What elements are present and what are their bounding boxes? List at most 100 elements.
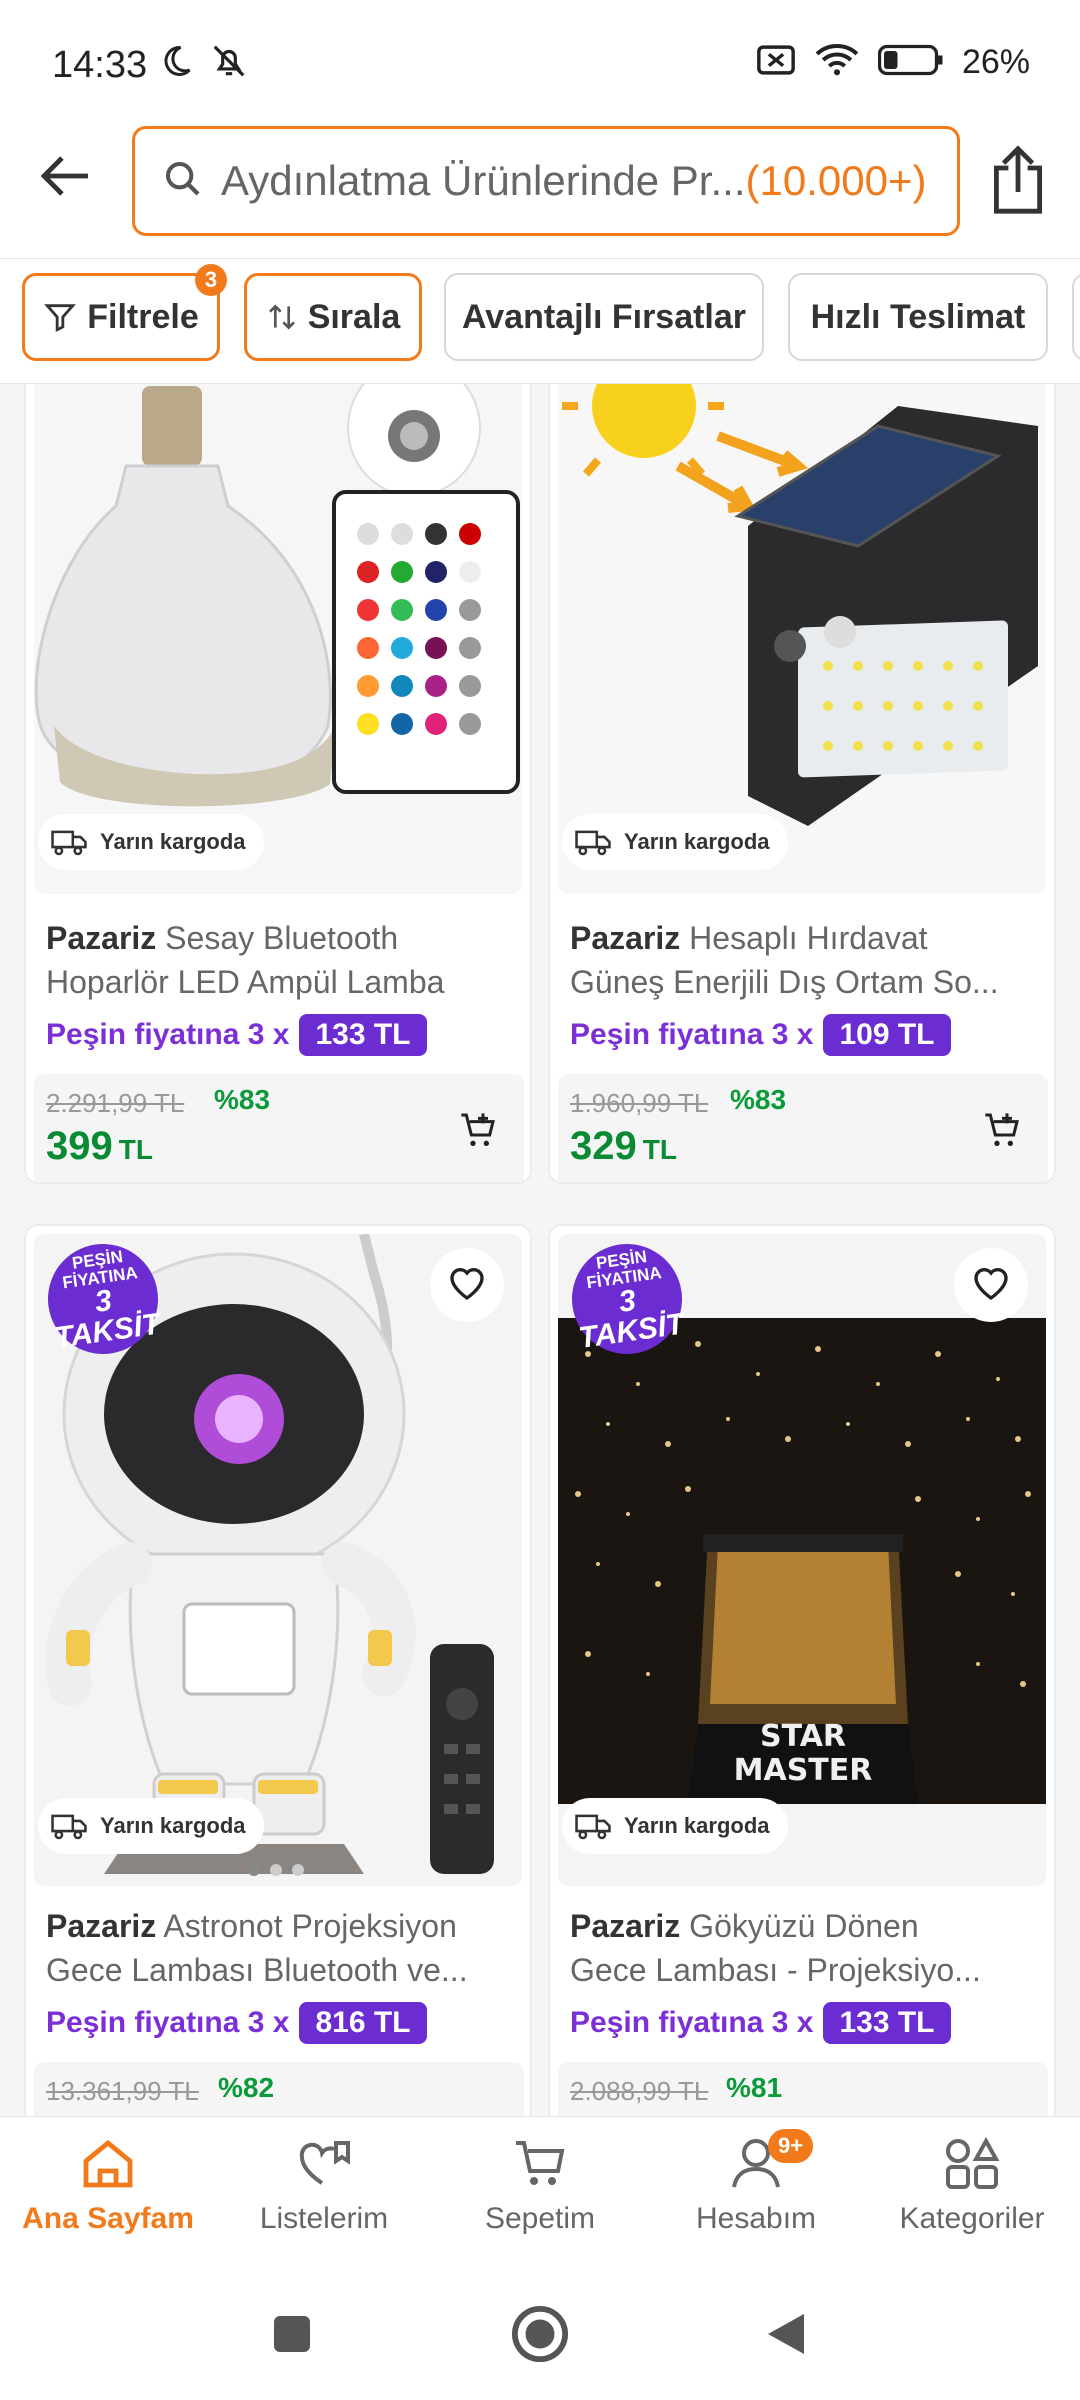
sort-label: Sırala [307,297,401,336]
share-icon [989,144,1047,221]
filter-bar: Filtrele 3 Sırala Avantajlı Fırsatlar Hı… [0,258,1080,384]
nav-home[interactable]: Ana Sayfam [0,2137,216,2236]
circle-icon [511,2305,569,2368]
product-name-cont: Hoparlör LED Ampül Lamba [46,964,445,1000]
status-time: 14:33 [52,44,148,86]
sim-off-icon [756,43,796,82]
product-image: STAR MASTER PEŞİN FİYATINA 3 TAKSİT Yarı… [558,1234,1046,1886]
product-card[interactable]: STAR MASTER PEŞİN FİYATINA 3 TAKSİT Yarı… [548,1224,1056,2116]
discount-percent: %82 [218,2072,275,2103]
installment-amount: 816 TL [299,2002,427,2044]
search-placeholder: Aydınlatma Ürünlerinde Pr... [221,157,746,204]
product-grid: Yarın kargoda Pazariz Sesay Bluetooth Ho… [0,384,1080,2116]
price-currency: TL [118,1134,153,1165]
nav-categories[interactable]: Kategoriler [864,2136,1080,2236]
price-box: 1.960,99 TL %83 329 TL [558,1074,1048,1182]
nav-account[interactable]: 9+ Hesabım [648,2129,864,2236]
bottom-navigation: Ana Sayfam Listelerim Sepetim 9+ Hesabım… [0,2116,1080,2266]
product-title: Pazariz Astronot Projeksiyon Gece Lambas… [46,1904,516,1992]
nav-cart[interactable]: Sepetim [432,2137,648,2236]
product-brand: Pazariz [46,1908,157,1944]
recents-button[interactable] [262,2306,322,2366]
price-value: 329 [570,1124,637,1168]
price-value: 399 [46,1124,113,1168]
price-box: 2.088,99 TL %81 [558,2062,1048,2116]
heart-icon [447,1264,487,1307]
delivery-badge: Yarın kargoda [38,814,264,870]
carousel-dot [248,1864,260,1876]
delivery-label: Yarın kargoda [624,829,770,854]
product-image: Yarın kargoda [558,384,1046,894]
bell-off-icon [210,42,248,85]
battery-percent: 26% [961,43,1030,81]
installment-amount: 133 TL [823,2002,951,2044]
discount-percent: %83 [214,1084,271,1115]
add-to-cart-button[interactable] [978,1108,1026,1156]
installment-text: Peşin fiyatına 3 x [46,2006,290,2039]
product-name: Gökyüzü Dönen [689,1908,919,1944]
product-brand: Pazariz [46,920,157,956]
favorite-button[interactable] [430,1248,504,1322]
heart-icon [971,1264,1011,1307]
home-system-button[interactable] [510,2305,570,2368]
truck-icon [574,827,612,857]
cart-icon [512,2137,568,2194]
search-header: Aydınlatma Ürünlerinde Pr... (10.000+) [0,120,1080,260]
search-icon [163,159,203,204]
add-to-cart-button[interactable] [454,1108,502,1156]
product-name: Astronot Projeksiyon [163,1908,457,1944]
chip-fast-delivery[interactable]: Hızlı Teslimat [788,273,1048,361]
delivery-label: Yarın kargoda [624,1813,770,1838]
nav-label: Listelerim [259,2202,389,2235]
chip-more[interactable] [1072,273,1080,361]
image-carousel-dots [248,1864,304,1876]
back-button[interactable] [36,148,96,208]
product-card[interactable]: Yarın kargoda Pazariz Sesay Bluetooth Ho… [24,384,532,1184]
product-title: Pazariz Gökyüzü Dönen Gece Lambası - Pro… [570,1904,1040,1992]
delivery-label: Yarın kargoda [100,829,246,854]
old-price: 13.361,99 TL [46,2076,199,2106]
product-name-cont: Gece Lambası Bluetooth ve... [46,1952,468,1988]
square-icon [270,2312,314,2361]
account-notification-badge: 9+ [768,2129,814,2163]
old-price: 1.960,99 TL [570,1088,709,1118]
truck-icon [574,1811,612,1841]
arrow-left-icon [40,154,92,203]
chip-advantageous-deals[interactable]: Avantajlı Fırsatlar [444,273,764,361]
installment-amount: 133 TL [299,1014,427,1056]
product-card[interactable]: Yarın kargoda Pazariz Hesaplı Hırdavat G… [548,384,1056,1184]
delivery-badge: Yarın kargoda [562,1798,788,1854]
sort-arrows-icon [266,301,298,333]
installment-info: Peşin fiyatına 3 x 816 TL [46,2002,427,2044]
home-icon [80,2137,136,2194]
nav-lists[interactable]: Listelerim [216,2137,432,2236]
delivery-label: Yarın kargoda [100,1813,246,1838]
share-button[interactable] [982,142,1054,222]
discount-percent: %81 [726,2072,783,2103]
product-name-cont: Gece Lambası - Projeksiyo... [570,1952,981,1988]
nav-label: Sepetim [484,2202,596,2235]
filter-button[interactable]: Filtrele 3 [22,264,227,361]
product-image: PEŞİN FİYATINA 3 TAKSİT Yarın kargoda [34,1234,522,1886]
product-card[interactable]: PEŞİN FİYATINA 3 TAKSİT Yarın kargoda Pa… [24,1224,532,2116]
delivery-badge: Yarın kargoda [562,814,788,870]
favorite-button[interactable] [954,1248,1028,1322]
sort-button[interactable]: Sırala [244,273,422,361]
product-title: Pazariz Hesaplı Hırdavat Güneş Enerjili … [570,916,1040,1004]
old-price: 2.088,99 TL [570,2076,709,2106]
current-price: 329 TL [570,1124,677,1169]
installment-text: Peşin fiyatına 3 x [570,2006,814,2039]
installment-amount: 109 TL [823,1014,951,1056]
cart-plus-icon [458,1110,498,1155]
status-bar: 14:33 26% [0,0,1080,120]
search-input[interactable]: Aydınlatma Ürünlerinde Pr... (10.000+) [132,126,960,236]
back-system-button[interactable] [756,2306,816,2366]
search-result-count: (10.000+) [745,157,927,204]
product-image: Yarın kargoda [34,384,522,894]
triangle-back-icon [764,2310,808,2363]
price-box: 2.291,99 TL %83 399 TL [34,1074,524,1182]
product-name-cont: Güneş Enerjili Dış Ortam So... [570,964,999,1000]
nav-label: Hesabım [695,2202,817,2235]
carousel-dot [292,1864,304,1876]
battery-icon [877,43,944,82]
